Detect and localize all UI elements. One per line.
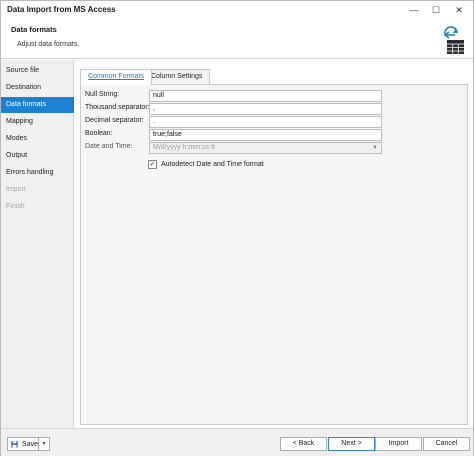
tab-column-settings-label: Column Settings: [151, 73, 203, 80]
sidebar-item-modes[interactable]: Modes: [1, 131, 74, 147]
sidebar-item-data-formats[interactable]: Data formats: [1, 97, 74, 113]
date-time-dropdown: M/d/yyyy h:mm:ss tt ▼: [149, 142, 382, 154]
boolean-label: Boolean:: [85, 130, 113, 137]
sidebar-item-finish: Finish: [6, 203, 25, 210]
page-title: Data formats: [11, 25, 57, 34]
wizard-footer: Save ▾ < Back Next > Import Cancel: [1, 428, 473, 456]
save-dropdown-button[interactable]: ▾: [39, 437, 50, 451]
autodetect-checkbox[interactable]: ✓: [148, 159, 157, 169]
tab-column-settings[interactable]: Column Settings: [143, 69, 211, 84]
sidebar-item-output[interactable]: Output: [1, 148, 74, 164]
thousand-separator-input[interactable]: ,: [149, 103, 382, 115]
sidebar-item-destination[interactable]: Destination: [1, 80, 74, 96]
decimal-separator-input[interactable]: .: [149, 116, 382, 128]
date-time-label: Date and Time:: [85, 143, 133, 150]
wizard-sidebar: Source file Destination Data formats Map…: [1, 60, 74, 428]
sidebar-item-source-file[interactable]: Source file: [1, 63, 74, 79]
save-label: Save: [22, 440, 38, 448]
null-string-input[interactable]: null: [149, 90, 382, 102]
cancel-button[interactable]: Cancel: [423, 437, 470, 451]
title-bar[interactable]: Data Import from MS Access — ☐ ✕: [1, 1, 473, 19]
sidebar-item-import: Import: [6, 186, 26, 193]
floppy-disk-icon: [11, 440, 18, 448]
minimize-icon[interactable]: —: [403, 1, 425, 19]
date-time-value: M/d/yyyy h:mm:ss tt: [153, 144, 215, 151]
import-table-icon: [443, 26, 464, 54]
window-title: Data Import from MS Access: [7, 5, 116, 14]
import-wizard-window: Data Import from MS Access — ☐ ✕ Data fo…: [0, 0, 474, 456]
maximize-icon[interactable]: ☐: [425, 1, 447, 19]
wizard-header: Data formats Adjust data formats.: [1, 19, 473, 59]
import-button[interactable]: Import: [375, 437, 422, 451]
tab-common-formats[interactable]: Common Formats: [80, 69, 153, 85]
null-string-label: Null String:: [85, 91, 120, 98]
next-button[interactable]: Next >: [328, 437, 375, 451]
autodetect-label: Autodetect Date and Time format: [161, 160, 264, 168]
thousand-separator-label: Thousand separator:: [85, 104, 150, 111]
boolean-input[interactable]: true;false: [149, 129, 382, 141]
sidebar-item-mapping[interactable]: Mapping: [1, 114, 74, 130]
tab-common-formats-label: Common Formats: [88, 73, 145, 80]
page-subtitle: Adjust data formats.: [17, 41, 80, 48]
close-icon[interactable]: ✕: [448, 1, 470, 19]
decimal-separator-label: Decimal separator:: [85, 117, 144, 124]
sidebar-item-errors-handling[interactable]: Errors handling: [1, 165, 74, 181]
back-button[interactable]: < Back: [280, 437, 327, 451]
autodetect-checkbox-row[interactable]: ✓ Autodetect Date and Time format: [148, 159, 264, 169]
save-button[interactable]: Save: [7, 437, 39, 451]
chevron-down-icon: ▼: [372, 145, 378, 151]
